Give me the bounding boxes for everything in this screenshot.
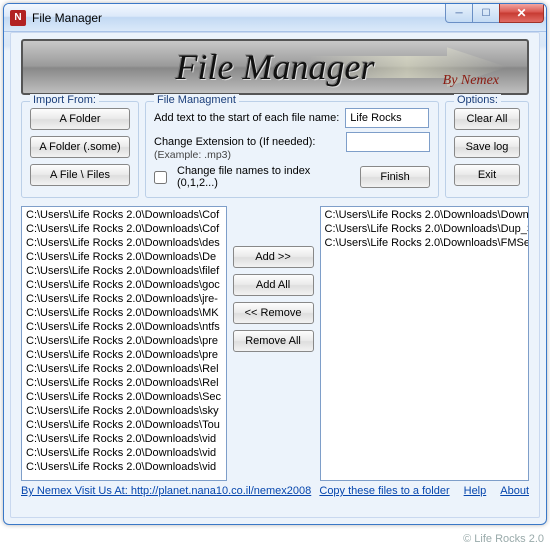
remove-all-button[interactable]: Remove All <box>233 330 314 352</box>
import-folder-some-button[interactable]: A Folder (.some) <box>30 136 130 158</box>
about-link[interactable]: About <box>500 485 529 497</box>
list-item[interactable]: C:\Users\Life Rocks 2.0\Downloads\vid <box>24 460 224 474</box>
import-folder-button[interactable]: A Folder <box>30 108 130 130</box>
exit-button[interactable]: Exit <box>454 164 520 186</box>
prefix-input[interactable] <box>345 108 429 128</box>
list-item[interactable]: C:\Users\Life Rocks 2.0\Downloads\FMSetu <box>323 236 526 250</box>
copy-to-folder-link[interactable]: Copy these files to a folder <box>319 485 449 497</box>
list-item[interactable]: C:\Users\Life Rocks 2.0\Downloads\pre <box>24 348 224 362</box>
import-legend: Import From: <box>30 94 99 106</box>
application-window: N File Manager ─ ☐ ✕ File Manager By Nem… <box>3 3 547 525</box>
banner-title: File Manager <box>176 46 375 88</box>
close-button[interactable]: ✕ <box>499 4 544 23</box>
clear-all-button[interactable]: Clear All <box>454 108 520 130</box>
list-item[interactable]: C:\Users\Life Rocks 2.0\Downloads\ntfs <box>24 320 224 334</box>
help-link[interactable]: Help <box>464 485 487 497</box>
window-controls: ─ ☐ ✕ <box>446 4 544 23</box>
index-checkbox[interactable] <box>154 171 167 184</box>
client-area: File Manager By Nemex Import From: A Fol… <box>10 32 540 518</box>
list-item[interactable]: C:\Users\Life Rocks 2.0\Downloads\jre- <box>24 292 224 306</box>
list-item[interactable]: C:\Users\Life Rocks 2.0\Downloads\Downlo <box>323 208 526 222</box>
options-legend: Options: <box>454 94 501 106</box>
import-file-files-button[interactable]: A File \ Files <box>30 164 130 186</box>
remove-button[interactable]: << Remove <box>233 302 314 324</box>
list-item[interactable]: C:\Users\Life Rocks 2.0\Downloads\De <box>24 250 224 264</box>
list-item[interactable]: C:\Users\Life Rocks 2.0\Downloads\sky <box>24 404 224 418</box>
add-all-button[interactable]: Add All <box>233 274 314 296</box>
list-item[interactable]: C:\Users\Life Rocks 2.0\Downloads\MK <box>24 306 224 320</box>
file-mgmt-legend: File Managment <box>154 94 239 106</box>
options-group: Options: Clear All Save log Exit <box>445 101 529 198</box>
list-item[interactable]: C:\Users\Life Rocks 2.0\Downloads\goc <box>24 278 224 292</box>
window-title: File Manager <box>32 11 102 25</box>
banner: File Manager By Nemex <box>21 39 529 95</box>
file-management-group: File Managment Add text to the start of … <box>145 101 439 198</box>
titlebar[interactable]: N File Manager ─ ☐ ✕ <box>4 4 546 32</box>
transfer-buttons: Add >> Add All << Remove Remove All <box>233 206 314 481</box>
extension-input[interactable] <box>346 132 430 152</box>
list-item[interactable]: C:\Users\Life Rocks 2.0\Downloads\Cof <box>24 208 224 222</box>
save-log-button[interactable]: Save log <box>454 136 520 158</box>
import-from-group: Import From: A Folder A Folder (.some) A… <box>21 101 139 198</box>
list-item[interactable]: C:\Users\Life Rocks 2.0\Downloads\Rel <box>24 362 224 376</box>
app-icon: N <box>10 10 26 26</box>
list-item[interactable]: C:\Users\Life Rocks 2.0\Downloads\Rel <box>24 376 224 390</box>
list-item[interactable]: C:\Users\Life Rocks 2.0\Downloads\pre <box>24 334 224 348</box>
minimize-button[interactable]: ─ <box>445 4 473 23</box>
target-file-list[interactable]: C:\Users\Life Rocks 2.0\Downloads\Downlo… <box>320 206 529 481</box>
list-item[interactable]: C:\Users\Life Rocks 2.0\Downloads\Tou <box>24 418 224 432</box>
source-file-list[interactable]: C:\Users\Life Rocks 2.0\Downloads\CofC:\… <box>21 206 227 481</box>
index-label: Change file names to index (0,1,2...) <box>177 165 348 189</box>
list-item[interactable]: C:\Users\Life Rocks 2.0\Downloads\Sec <box>24 390 224 404</box>
visit-link[interactable]: By Nemex Visit Us At: http://planet.nana… <box>21 485 311 497</box>
watermark: © Life Rocks 2.0 <box>463 533 544 545</box>
banner-subtitle: By Nemex <box>443 73 499 89</box>
prefix-label: Add text to the start of each file name: <box>154 112 339 124</box>
list-item[interactable]: C:\Users\Life Rocks 2.0\Downloads\Cof <box>24 222 224 236</box>
list-item[interactable]: C:\Users\Life Rocks 2.0\Downloads\filef <box>24 264 224 278</box>
list-item[interactable]: C:\Users\Life Rocks 2.0\Downloads\vid <box>24 446 224 460</box>
maximize-button[interactable]: ☐ <box>472 4 500 23</box>
list-item[interactable]: C:\Users\Life Rocks 2.0\Downloads\Dup_S <box>323 222 526 236</box>
list-item[interactable]: C:\Users\Life Rocks 2.0\Downloads\des <box>24 236 224 250</box>
finish-button[interactable]: Finish <box>360 166 430 188</box>
add-button[interactable]: Add >> <box>233 246 314 268</box>
list-item[interactable]: C:\Users\Life Rocks 2.0\Downloads\vid <box>24 432 224 446</box>
extension-label: Change Extension to (If needed): <box>154 136 315 148</box>
